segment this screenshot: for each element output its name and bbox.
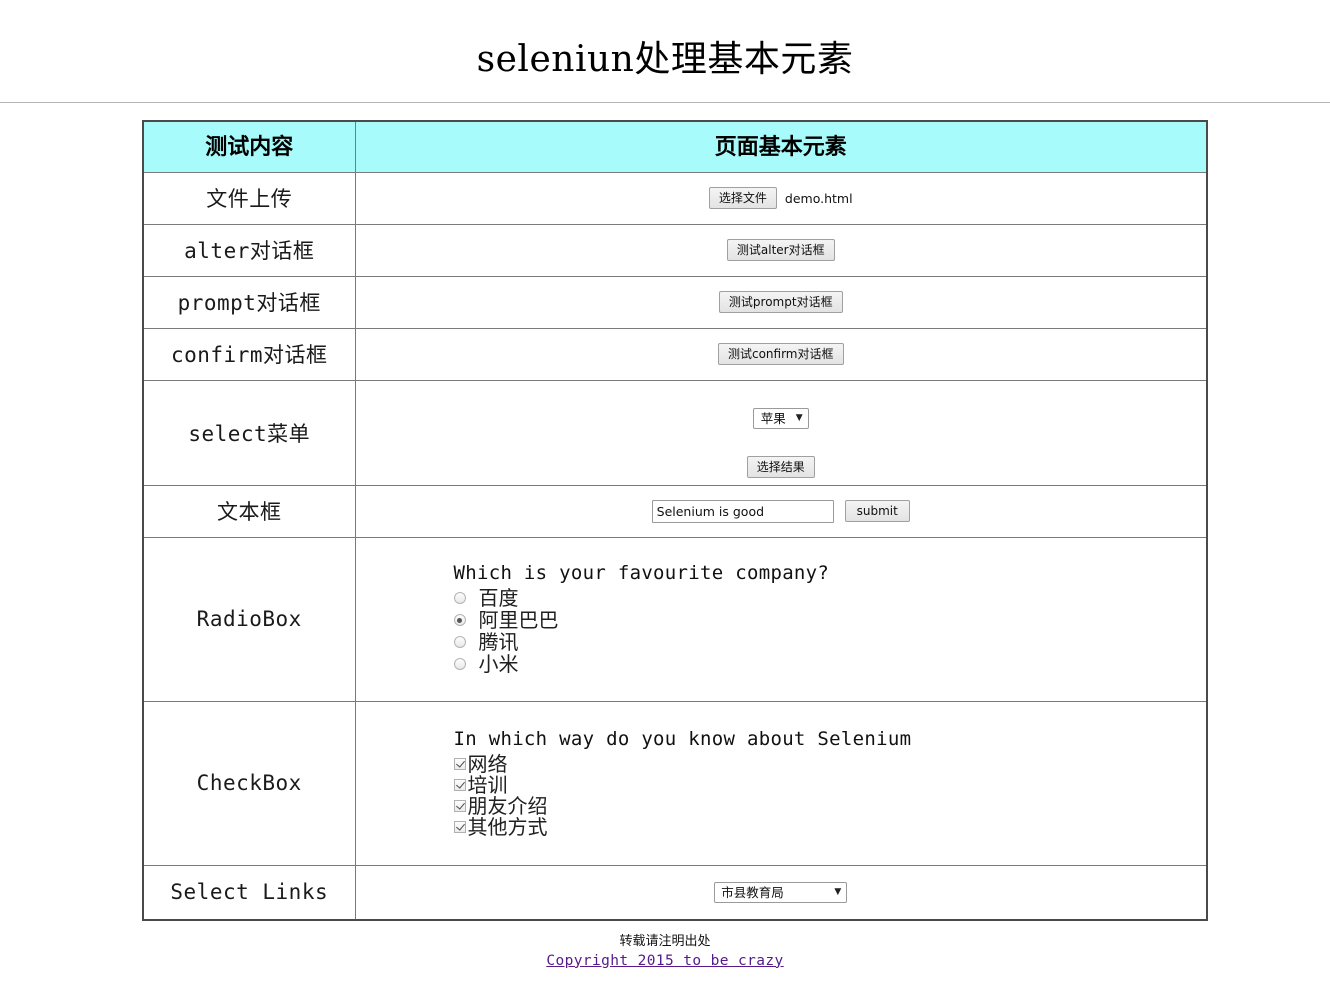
table-row-confirm-dialog: confirm对话框 测试confirm对话框 (142, 327, 1208, 381)
copyright-link[interactable]: Copyright 2015 to be crazy (546, 953, 783, 969)
table-row-text-box: 文本框 Selenium is good submit (142, 484, 1208, 538)
table-row-file-upload: 文件上传 选择文件 demo.html (142, 171, 1208, 225)
radio-icon[interactable] (453, 636, 466, 649)
row-content-radiobox: Which is your favourite company? 百度 阿里巴巴 (354, 536, 1208, 702)
select-result-line: 选择结果 (356, 429, 1207, 478)
checkbox-icon-checked[interactable] (453, 800, 466, 813)
checkbox-icon-checked[interactable] (453, 821, 466, 834)
row-content-confirm-dialog: 测试confirm对话框 (354, 327, 1208, 381)
table-row-checkbox: CheckBox In which way do you know about … (142, 700, 1208, 866)
checkbox-options-list: 网络 培训 朋友介绍 其他方式 (453, 752, 1207, 840)
fruit-select-line: 苹果 ▼ (356, 388, 1207, 429)
checkbox-group: In which way do you know about Selenium … (356, 728, 1207, 837)
fruit-select[interactable]: 苹果 ▼ (752, 407, 809, 429)
fruit-select-value: 苹果 (760, 410, 786, 426)
radio-options-list: 百度 阿里巴巴 腾讯 小米 (453, 586, 1207, 677)
elements-table-container: 测试内容 页面基本元素 文件上传 选择文件 demo.html alter对话框… (0, 103, 1330, 922)
table-row-alert-dialog: alter对话框 测试alter对话框 (142, 223, 1208, 277)
row-content-select-links: 市县教育局 ▼ (354, 864, 1208, 921)
column-header-page-elements: 页面基本元素 (354, 120, 1208, 173)
radio-icon[interactable] (453, 658, 466, 671)
selected-file-name: demo.html (784, 190, 853, 206)
page-footer: 转载请注明出处 Copyright 2015 to be crazy (0, 921, 1330, 971)
choose-file-button[interactable]: 选择文件 (708, 187, 777, 210)
select-links-value: 市县教育局 (721, 884, 784, 900)
test-confirm-button[interactable]: 测试confirm对话框 (717, 343, 844, 366)
table-row-prompt-dialog: prompt对话框 测试prompt对话框 (142, 275, 1208, 329)
row-label-prompt-dialog: prompt对话框 (142, 275, 356, 329)
column-header-test-content: 测试内容 (142, 120, 356, 173)
table-header-row: 测试内容 页面基本元素 (142, 120, 1208, 173)
search-input[interactable]: Selenium is good (651, 499, 834, 523)
checkbox-option-internet[interactable]: 网络 (453, 752, 1207, 777)
footer-note: 转载请注明出处 (619, 934, 711, 950)
text-input-group: Selenium is good submit (356, 499, 1207, 523)
radio-option-baidu[interactable]: 百度 (453, 586, 1207, 611)
row-content-alert-dialog: 测试alter对话框 (354, 223, 1208, 277)
chevron-down-icon: ▼ (795, 412, 803, 423)
table-row-radiobox: RadioBox Which is your favourite company… (142, 536, 1208, 702)
radio-group: Which is your favourite company? 百度 阿里巴巴 (356, 562, 1207, 674)
checkbox-question: In which way do you know about Selenium (453, 728, 912, 751)
radio-option-label: 百度 (478, 586, 519, 611)
radio-icon-selected[interactable] (453, 614, 466, 627)
row-label-file-upload: 文件上传 (142, 171, 356, 225)
checkbox-option-other[interactable]: 其他方式 (453, 815, 1207, 840)
checkbox-icon-checked[interactable] (453, 779, 466, 792)
radio-option-tencent[interactable]: 腾讯 (453, 630, 1207, 655)
checkbox-option-label: 培训 (467, 773, 508, 798)
row-label-select-links: Select Links (142, 864, 356, 921)
select-links-dropdown[interactable]: 市县教育局 ▼ (714, 881, 848, 903)
row-content-text-box: Selenium is good submit (354, 484, 1208, 538)
page-title: seleniun处理基本元素 (476, 39, 854, 80)
row-label-checkbox: CheckBox (142, 700, 356, 866)
radio-option-label: 小米 (478, 652, 519, 677)
row-content-prompt-dialog: 测试prompt对话框 (354, 275, 1208, 329)
radio-option-label: 阿里巴巴 (478, 608, 559, 633)
radio-question: Which is your favourite company? (453, 562, 830, 585)
checkbox-option-label: 朋友介绍 (467, 794, 548, 819)
row-content-file-upload: 选择文件 demo.html (354, 171, 1208, 225)
row-label-select-menu: select菜单 (142, 379, 356, 486)
test-alert-button[interactable]: 测试alter对话框 (726, 239, 835, 262)
checkbox-icon-checked[interactable] (453, 758, 466, 771)
submit-button[interactable]: submit (844, 500, 910, 523)
row-label-radiobox: RadioBox (142, 536, 356, 702)
select-result-button[interactable]: 选择结果 (746, 455, 815, 478)
checkbox-option-label: 其他方式 (467, 815, 548, 840)
row-label-confirm-dialog: confirm对话框 (142, 327, 356, 381)
checkbox-option-friend[interactable]: 朋友介绍 (453, 794, 1207, 819)
test-prompt-button[interactable]: 测试prompt对话框 (718, 291, 843, 314)
checkbox-option-training[interactable]: 培训 (453, 773, 1207, 798)
table-row-select-menu: select菜单 苹果 ▼ 选择结果 (142, 379, 1208, 486)
row-label-alert-dialog: alter对话框 (142, 223, 356, 277)
chevron-down-icon: ▼ (834, 886, 842, 897)
basic-elements-table: 测试内容 页面基本元素 文件上传 选择文件 demo.html alter对话框… (142, 119, 1208, 922)
radio-option-label: 腾讯 (478, 630, 519, 655)
row-content-select-menu: 苹果 ▼ 选择结果 (354, 379, 1208, 486)
checkbox-option-label: 网络 (467, 752, 508, 777)
table-row-select-links: Select Links 市县教育局 ▼ (142, 864, 1208, 921)
file-input-group[interactable]: 选择文件 demo.html (356, 187, 1207, 210)
radio-option-xiaomi[interactable]: 小米 (453, 652, 1207, 677)
row-label-text-box: 文本框 (142, 484, 356, 538)
radio-icon[interactable] (453, 592, 466, 605)
radio-option-alibaba[interactable]: 阿里巴巴 (453, 608, 1207, 633)
row-content-checkbox: In which way do you know about Selenium … (354, 700, 1208, 866)
